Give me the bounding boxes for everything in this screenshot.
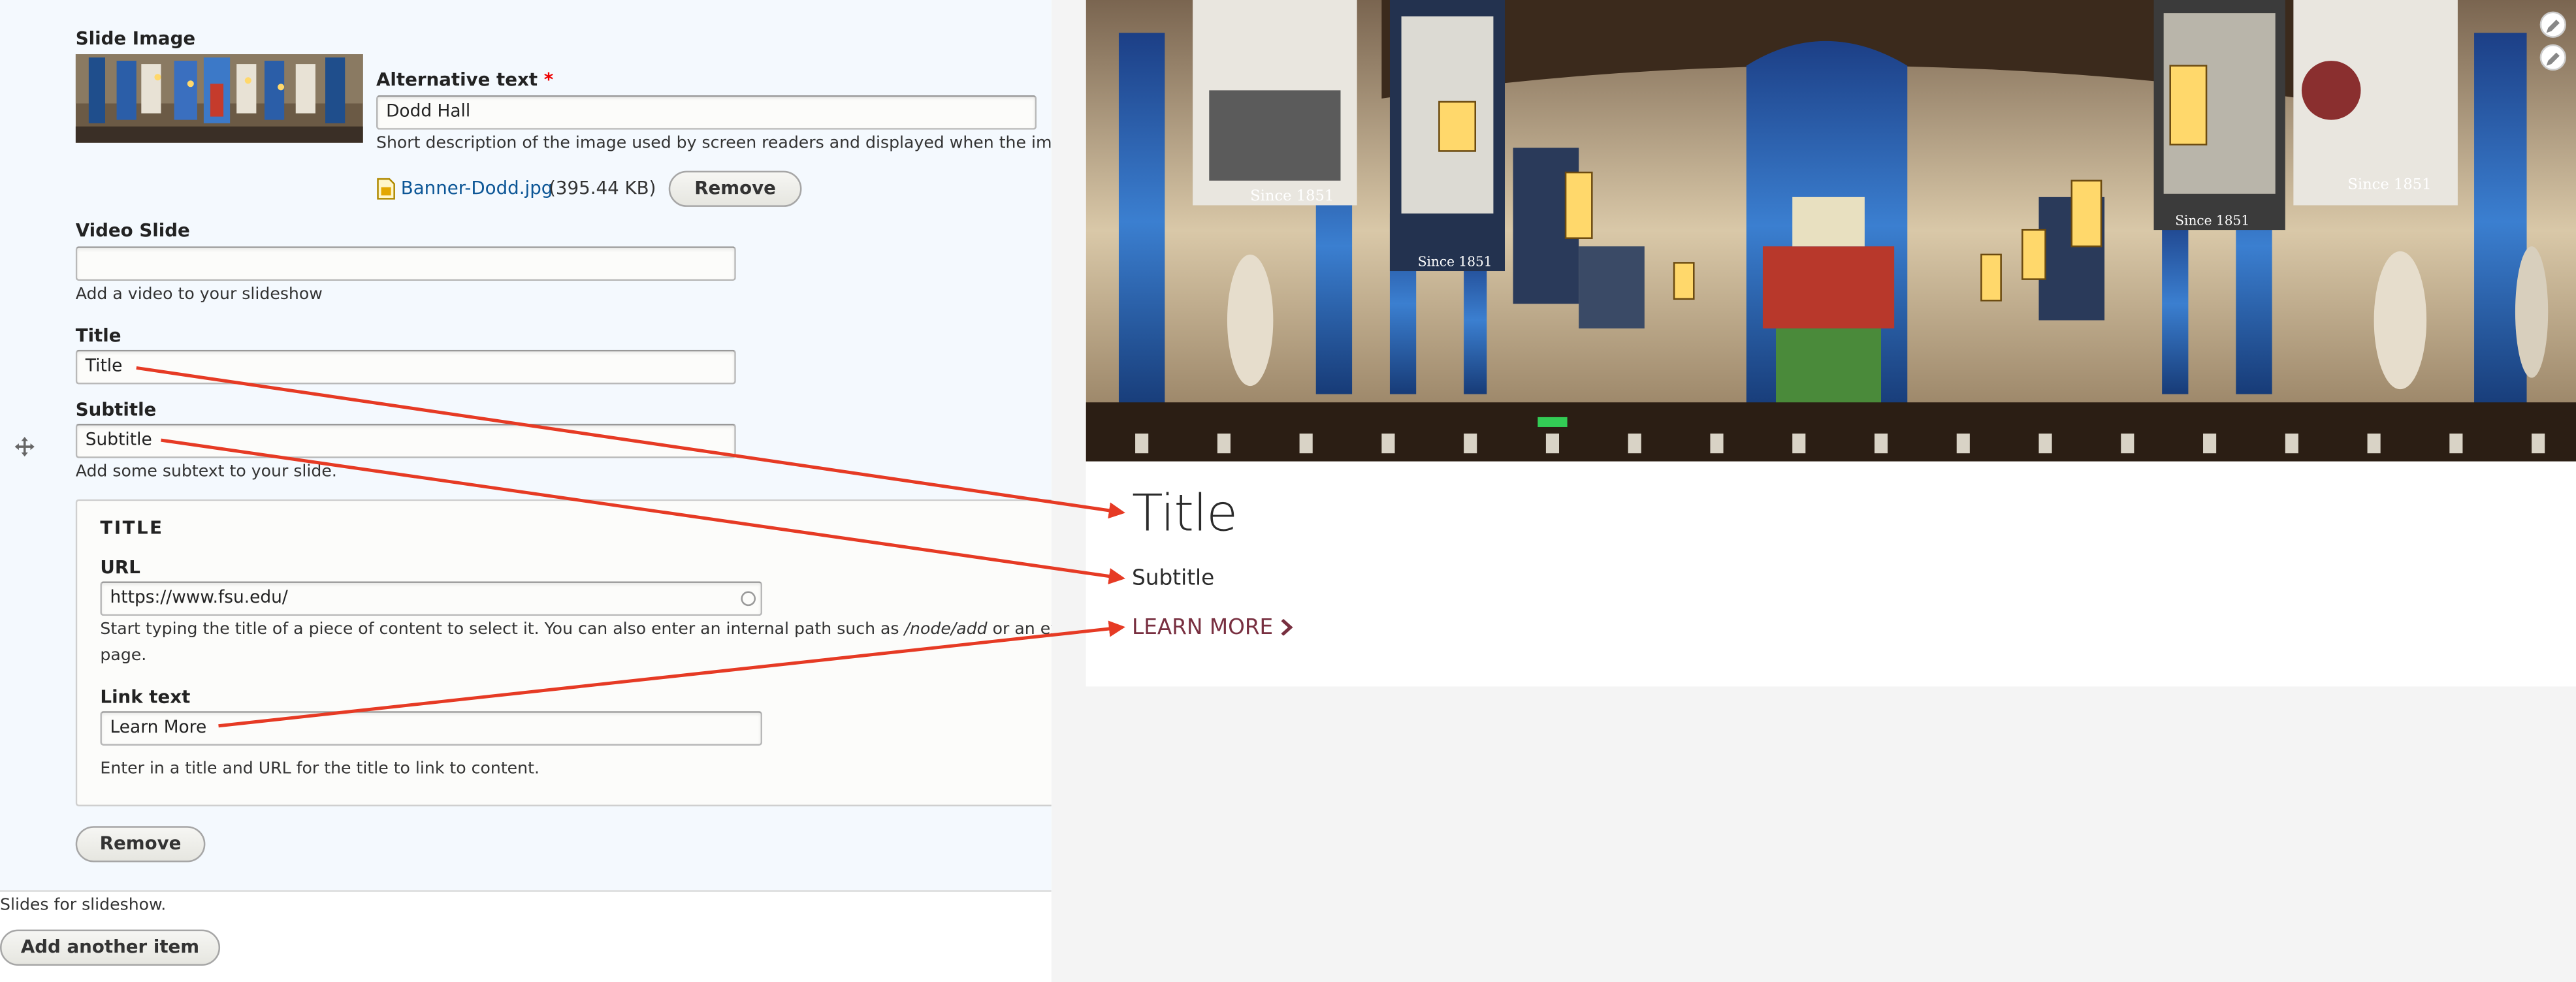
autocomplete-icon — [741, 591, 756, 607]
link-text-label: Link text — [100, 686, 191, 708]
url-input[interactable]: https://www.fsu.edu/ — [100, 581, 763, 616]
banner-year-label: Since 1851 — [2347, 176, 2431, 193]
video-slide-description: Add a video to your slideshow — [75, 285, 323, 304]
slide-edit-form: Slide Image Alternative text * Dodd Hall… — [0, 0, 1052, 982]
link-description: Enter in a title and URL for the title t… — [100, 760, 539, 779]
slides-description: Slides for slideshow. — [0, 896, 167, 915]
preview-learn-more-link[interactable]: LEARN MORE — [1132, 616, 1293, 641]
url-help-part-1: Start typing the title of a piece of con… — [100, 620, 905, 639]
slide-item-panel: Slide Image Alternative text * Dodd Hall… — [0, 0, 1052, 892]
pencil-icon[interactable] — [2539, 44, 2566, 71]
title-link-fieldset: TITLE URL https://www.fsu.edu/ Start typ… — [75, 499, 1052, 807]
video-slide-input[interactable] — [75, 246, 736, 281]
page: Slide Image Alternative text * Dodd Hall… — [0, 0, 2576, 982]
add-another-item-button[interactable]: Add another item — [0, 929, 221, 966]
title-input[interactable]: Title — [75, 349, 736, 385]
title-label: Title — [75, 325, 121, 347]
slide-image-label: Slide Image — [75, 27, 196, 50]
pencil-icon[interactable] — [2539, 11, 2566, 38]
link-text-input[interactable]: Learn More — [100, 711, 763, 746]
banner-photo: Since 1851 Since 1851 Since 1851 Since 1… — [1086, 0, 2576, 462]
video-slide-label: Video Slide — [75, 220, 190, 242]
url-help-example: /node/add — [904, 620, 988, 639]
alt-text-description: Short description of the image used by s… — [376, 135, 1052, 153]
subtitle-label: Subtitle — [75, 399, 157, 420]
learn-more-label: LEARN MORE — [1132, 616, 1274, 641]
remove-image-button[interactable]: Remove — [668, 170, 802, 207]
thumbnail-image — [75, 54, 363, 143]
file-link[interactable]: Banner-Dodd.jpg — [401, 178, 553, 199]
dodd-hall-interior-image: Since 1851 Since 1851 Since 1851 Since 1… — [1086, 0, 2576, 462]
subtitle-input[interactable]: Subtitle — [75, 423, 736, 458]
url-help-part-2: or an extern — [992, 620, 1052, 639]
banner-year-label: Since 1851 — [1250, 187, 1334, 204]
url-label: URL — [100, 556, 140, 578]
alt-text-input[interactable]: Dodd Hall — [376, 95, 1037, 130]
url-help-text-continued: page. — [100, 647, 147, 665]
slide-preview: Since 1851 Since 1851 Since 1851 Since 1… — [1086, 0, 2576, 687]
fieldset-legend: TITLE — [100, 517, 164, 539]
alt-text-label: Alternative text * — [376, 69, 553, 91]
slide-image-thumbnail[interactable] — [75, 54, 363, 143]
subtitle-description: Add some subtext to your slide. — [75, 463, 337, 481]
alt-text-label-text: Alternative text — [376, 69, 538, 91]
drag-handle-icon[interactable] — [14, 432, 35, 457]
banner-year-label: Since 1851 — [2175, 213, 2249, 229]
remove-slide-button[interactable]: Remove — [75, 826, 206, 863]
preview-title: Title — [1132, 484, 1238, 544]
preview-pane: Since 1851 Since 1851 Since 1851 Since 1… — [1051, 0, 2576, 982]
preview-subtitle: Subtitle — [1132, 566, 1215, 592]
image-file-icon — [376, 176, 396, 200]
file-size: (395.44 KB) — [549, 177, 656, 199]
required-marker: * — [543, 69, 554, 91]
banner-year-label: Since 1851 — [1418, 253, 1492, 269]
url-help-text: Start typing the title of a piece of con… — [100, 621, 1051, 639]
chevron-right-icon — [1281, 618, 1293, 637]
